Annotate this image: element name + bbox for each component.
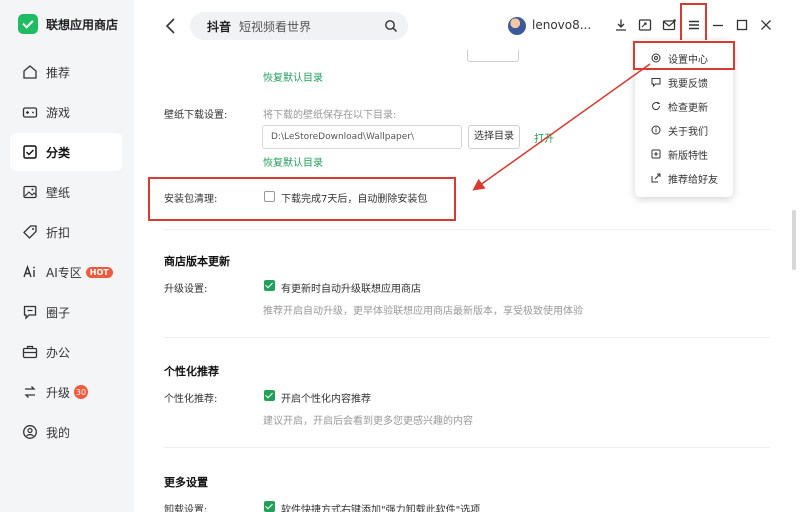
back-arrow-icon[interactable] [164,17,178,35]
app-logo: 联想应用商店 [18,14,118,34]
briefcase-icon [22,345,38,359]
menu-item-about[interactable]: 关于我们 [635,118,733,142]
user-icon [23,425,37,439]
search-icon[interactable] [384,19,398,33]
home-icon [23,65,37,79]
settings-menu-highlight [633,41,735,70]
sidebar-item-category[interactable]: 分类 [10,133,122,171]
upgrade-count-badge: 30 [74,385,89,399]
scrollbar-thumb[interactable] [792,210,796,270]
tag-icon [23,225,37,239]
menu-item-new-features[interactable]: 新版特性 [635,142,733,166]
new-features-icon [651,149,661,159]
scrollbar[interactable] [791,50,797,512]
uninstall-setting-label: 卸载设置: [164,505,208,512]
maximize-icon[interactable] [735,18,749,32]
search-placeholder: 短视频看世界 [239,19,312,34]
search-bar[interactable]: 抖音 短视频看世界 [190,12,408,40]
personalized-title: 个性化推荐 [164,365,219,378]
download-icon[interactable] [614,18,628,32]
personalized-hint: 建议开启，开启后会看到更多您更感兴趣的内容 [263,416,473,427]
sidebar-item-wallpaper[interactable]: 壁纸 [10,173,122,211]
sidebar-item-ai[interactable]: AI专区 HOT [10,253,122,291]
personalized-option[interactable]: 开启个性化内容推荐 [281,390,371,405]
store-update-title: 商店版本更新 [164,255,230,268]
sidebar-item-discount[interactable]: 折扣 [10,213,122,251]
app-name: 联想应用商店 [46,17,119,32]
ai-icon [23,264,35,278]
menu-item-label: 新版特性 [668,150,708,162]
sidebar-item-mine[interactable]: 我的 [10,413,122,451]
sidebar-item-label: 折扣 [46,225,71,240]
package-cleanup-highlight [148,177,456,221]
upgrade-setting-label: 升级设置: [164,284,208,295]
sidebar: 联想应用商店 推荐 游戏 分类 壁纸 折扣 AI专区 HOT 圈子 办公 升级 … [0,0,134,512]
menu-button-highlight [680,3,707,42]
sidebar-item-label: 办公 [46,345,71,360]
sidebar-item-label: 游戏 [46,105,71,120]
sidebar-item-label: 升级 [46,385,71,400]
sidebar-item-games[interactable]: 游戏 [10,93,122,131]
sidebar-item-label: 圈子 [46,305,71,320]
more-settings-title: 更多设置 [164,476,208,489]
screen-icon[interactable] [638,18,652,32]
wallpaper-setting-label: 壁纸下载设置: [164,110,228,121]
sidebar-item-recommend[interactable]: 推荐 [10,53,122,91]
choose-directory-button[interactable]: 选择目录 [468,125,520,149]
personalized-setting-label: 个性化推荐: [164,394,218,405]
menu-item-label: 检查更新 [668,102,708,114]
wallpaper-hint: 将下载的壁纸保存在以下目录: [263,110,397,121]
divider [164,447,770,448]
menu-item-feedback[interactable]: 我要反馈 [635,70,733,94]
sidebar-item-label: 壁纸 [46,185,71,200]
uninstall-option[interactable]: 软件快捷方式右键添加"强力卸载此软件"选项 [281,501,480,512]
divider [164,229,770,230]
auto-upgrade-hint: 推荐开启自动升级，更早体验联想应用商店最新版本，享受极致使用体验 [263,306,583,317]
menu-item-label: 推荐给好友 [668,174,718,186]
store-logo-icon [18,14,38,34]
gamepad-icon [22,107,38,118]
username[interactable]: lenovo8... [532,18,591,32]
menu-item-label: 我要反馈 [668,78,708,90]
open-folder-link[interactable]: 打开 [534,130,554,145]
minimize-icon[interactable] [711,18,725,32]
divider [164,337,770,338]
uninstall-option-checkbox[interactable] [264,501,275,512]
share-icon [651,173,661,183]
sidebar-nav: 推荐 游戏 分类 壁纸 折扣 AI专区 HOT 圈子 办公 升级 30 我的 [10,53,122,453]
menu-item-label: 关于我们 [668,126,708,138]
sidebar-item-upgrade[interactable]: 升级 30 [10,373,122,411]
choose-dir-button-top[interactable] [467,50,519,62]
hot-badge: HOT [85,266,113,278]
restore-default-link-top[interactable]: 恢复默认目录 [263,69,323,84]
wallpaper-path-input[interactable]: D:\LeStoreDownload\Wallpaper\ [262,125,462,149]
close-icon[interactable] [759,18,773,32]
mail-icon[interactable] [662,18,676,32]
menu-item-share[interactable]: 推荐给好友 [635,166,733,190]
category-icon [23,145,37,159]
info-icon [651,125,661,135]
sidebar-item-circle[interactable]: 圈子 [10,293,122,331]
personalized-checkbox[interactable] [264,390,275,401]
search-keyword: 抖音 [207,19,232,34]
sidebar-item-label: 我的 [46,425,71,440]
menu-item-check-update[interactable]: 检查更新 [635,94,733,118]
image-icon [23,185,37,199]
avatar[interactable] [508,17,526,35]
refresh-icon [652,101,661,111]
sidebar-item-office[interactable]: 办公 [10,333,122,371]
upgrade-icon [24,386,36,398]
auto-upgrade-checkbox[interactable] [264,280,275,291]
sidebar-item-label: 推荐 [46,65,71,80]
sidebar-item-label: 分类 [46,145,71,160]
circle-icon [23,305,37,320]
sidebar-item-label: AI专区 [46,265,82,280]
restore-default-link[interactable]: 恢复默认目录 [263,154,323,169]
auto-upgrade-option[interactable]: 有更新时自动升级联想应用商店 [281,280,421,295]
feedback-icon [651,78,661,87]
